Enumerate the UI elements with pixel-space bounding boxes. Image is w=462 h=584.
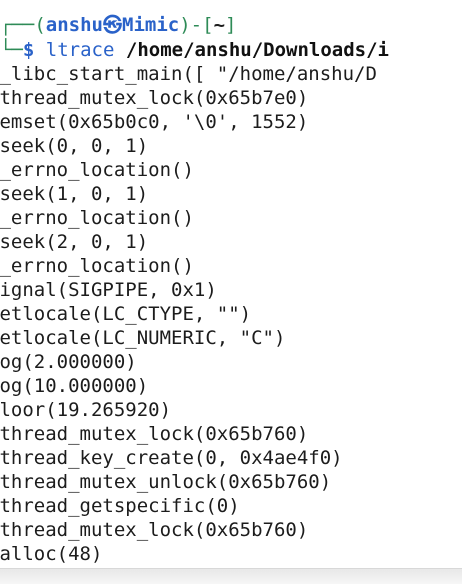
prompt-corner-top: ┌── (0, 14, 35, 36)
window-bottom-edge (0, 568, 462, 584)
prompt-user: anshu (45, 14, 103, 36)
prompt-dollar: $ (22, 39, 35, 61)
output-line: lseek(1, 0, 1) (0, 183, 149, 205)
output-line: __libc_start_main([ "/home/anshu/D (0, 63, 377, 85)
output-line: __errno_location() (0, 255, 194, 277)
output-line: log(2.000000) (0, 351, 137, 373)
output-line: __errno_location() (0, 159, 194, 181)
prompt-cwd: ~ (213, 14, 226, 36)
command-name: ltrace (45, 39, 115, 61)
prompt-open-bracket: [ (202, 14, 214, 36)
output-line: pthread_key_create(0, 0x4ae4f0) (0, 447, 343, 469)
prompt-header-line: ┌──(anshu㉿Mimic)-[~] (0, 13, 236, 37)
output-line: signal(SIGPIPE, 0x1) (0, 279, 217, 301)
prompt-dash: - (190, 14, 203, 36)
command-argument: /home/anshu/Downloads/i (125, 39, 389, 61)
terminal-window[interactable]: ┌──(anshu㉿Mimic)-[~] └─$ ltrace /home/an… (0, 0, 462, 568)
output-line: pthread_mutex_lock(0x65b760) (0, 423, 309, 445)
output-line: floor(19.265920) (0, 399, 172, 421)
prompt-host: Mimic (122, 14, 180, 36)
output-line: lseek(0, 0, 1) (0, 135, 149, 157)
prompt-corner-bottom: └─ (0, 39, 23, 61)
prompt-close-paren: ) (179, 14, 191, 36)
output-line: log(10.000000) (0, 375, 149, 397)
prompt-command-line: └─$ ltrace /home/anshu/Downloads/i (0, 38, 389, 62)
output-line: pthread_mutex_unlock(0x65b760) (0, 471, 332, 493)
output-line: setlocale(LC_NUMERIC, "C") (0, 327, 286, 349)
output-line: pthread_mutex_lock(0x65b760) (0, 519, 309, 541)
output-line: memset(0x65b0c0, '\0', 1552) (0, 111, 309, 133)
output-line: lseek(2, 0, 1) (0, 231, 149, 253)
output-line: setlocale(LC_CTYPE, "") (0, 303, 252, 325)
output-line: malloc(48) (0, 543, 103, 565)
output-line: pthread_mutex_lock(0x65b7e0) (0, 87, 309, 109)
output-line: pthread_getspecific(0) (0, 495, 240, 517)
prompt-close-bracket: ] (225, 14, 237, 36)
output-line: __errno_location() (0, 207, 194, 229)
prompt-skull-icon: ㉿ (102, 14, 122, 36)
prompt-open-paren: ( (34, 14, 46, 36)
